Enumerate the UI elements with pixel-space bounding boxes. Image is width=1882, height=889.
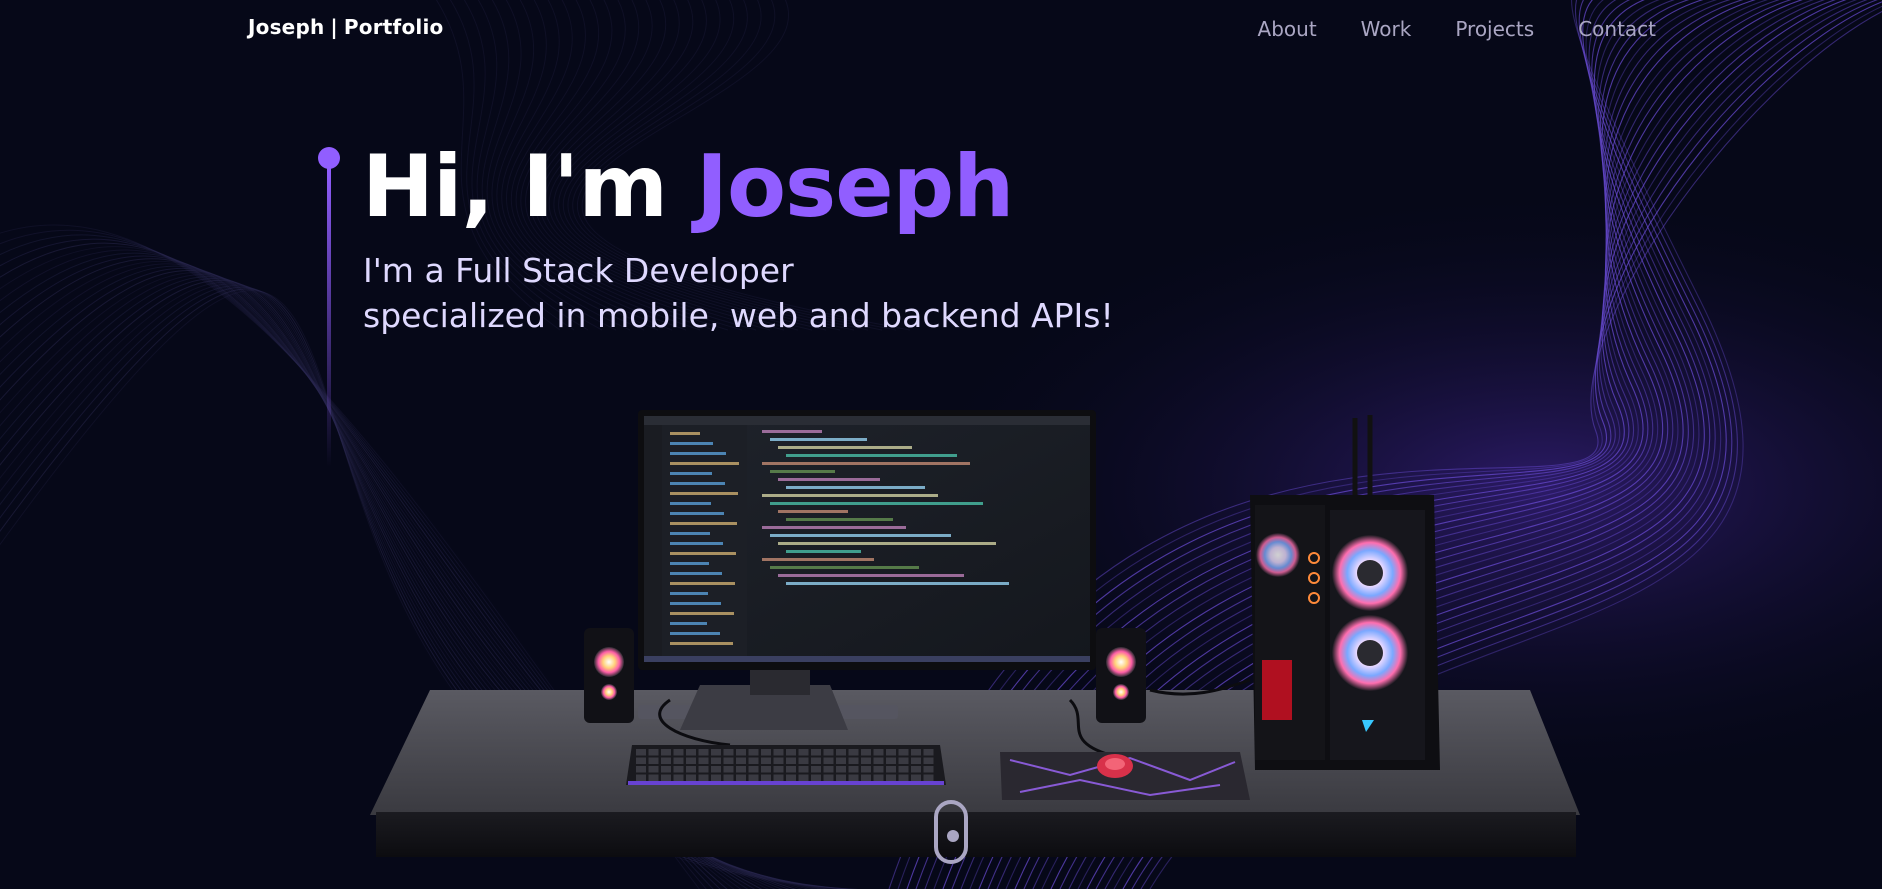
hero-accent-dot [318,147,340,169]
mousepad [1000,752,1250,800]
hero-subtitle-line-2: specialized in mobile, web and backend A… [363,296,1114,335]
nav-links: About Work Projects Contact [1258,17,1656,41]
navbar: Joseph | Portfolio About Work Projects Con… [0,0,1882,58]
hero-greeting: Hi, I'm [362,137,668,237]
scroll-indicator-knob [947,830,959,842]
hero-subtitle-line-1: I'm a Full Stack Developer [363,251,794,290]
speaker-left [584,628,634,723]
nav-link-projects[interactable]: Projects [1455,17,1534,41]
nav-link-contact[interactable]: Contact [1578,17,1656,41]
hero-page: Joseph | Portfolio About Work Projects Con… [0,0,1882,889]
hero-accent-line [318,147,342,487]
site-logo[interactable]: Joseph | Portfolio [248,15,443,39]
computer-desk-scene[interactable] [370,400,1590,880]
hero-name: Joseph [695,137,1014,237]
hero-subtitle: I'm a Full Stack Developer specialized i… [363,248,1114,338]
keyboard [626,745,946,785]
scroll-indicator-icon[interactable] [934,800,968,864]
monitor [638,410,1096,730]
hero-title: Hi, I'm Joseph [362,132,1014,242]
logo-suffix: Portfolio [343,15,444,39]
hero-accent-bar [327,167,331,467]
nav-link-work[interactable]: Work [1361,17,1412,41]
pc-tower [1250,415,1440,770]
logo-separator: | [330,15,338,39]
nav-link-about[interactable]: About [1258,17,1317,41]
logo-name: Joseph [248,15,325,39]
speaker-right [1096,628,1146,723]
